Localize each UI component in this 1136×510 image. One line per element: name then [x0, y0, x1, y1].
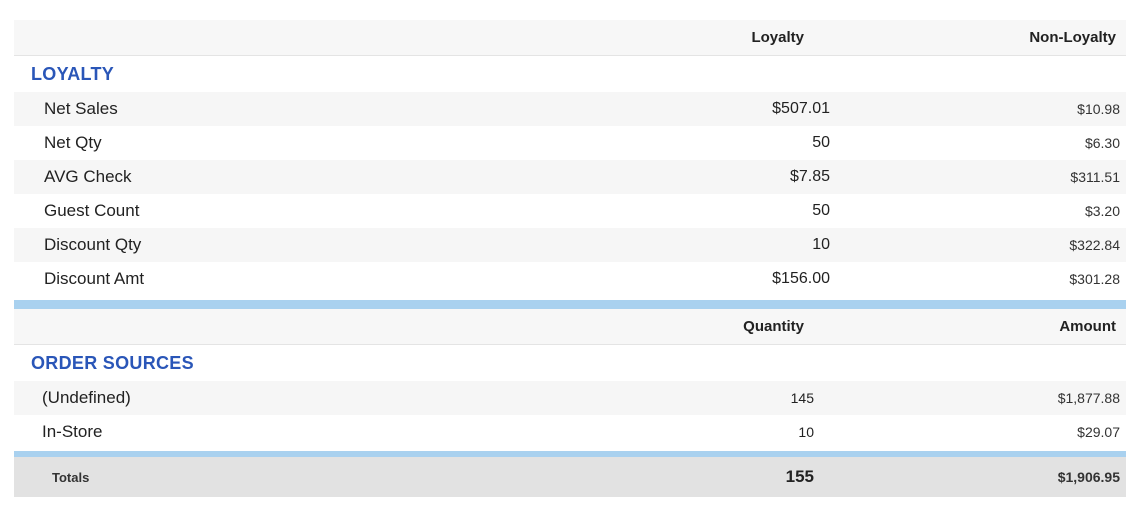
non-loyalty-value: $301.28 [1069, 271, 1120, 287]
table-row: Net Qty 50 $6.30 [14, 126, 1126, 160]
loyalty-value: 50 [812, 134, 830, 151]
non-loyalty-value: $311.51 [1070, 169, 1120, 185]
non-loyalty-value: $6.30 [1084, 135, 1120, 151]
row-label: Discount Qty [44, 235, 142, 254]
quantity-value: 145 [790, 390, 814, 406]
table-row: Net Sales $507.01 $10.98 [14, 92, 1126, 126]
order-sources-column-header-row: Quantity Amount [14, 309, 1126, 345]
totals-row: Totals 155 $1,906.95 [14, 457, 1126, 497]
table-row: AVG Check $7.85 $311.51 [14, 160, 1126, 194]
non-loyalty-value: $322.84 [1069, 237, 1120, 253]
column-header-amount: Amount [1059, 318, 1116, 335]
section-divider [14, 300, 1126, 309]
loyalty-value: 10 [812, 236, 830, 253]
order-sources-section-title-row: ORDER SOURCES [14, 345, 1126, 381]
sales-report: Loyalty Non-Loyalty LOYALTY Net Sales $5… [14, 20, 1126, 497]
non-loyalty-value: $3.20 [1084, 203, 1120, 219]
amount-value: $1,877.88 [1057, 390, 1120, 406]
column-header-loyalty: Loyalty [751, 29, 804, 46]
totals-amount: $1,906.95 [1057, 469, 1120, 485]
loyalty-value: 50 [812, 202, 830, 219]
loyalty-value: $507.01 [772, 100, 830, 117]
row-label: Guest Count [44, 201, 140, 220]
table-row: Discount Qty 10 $322.84 [14, 228, 1126, 262]
table-row: (Undefined) 145 $1,877.88 [14, 381, 1126, 415]
row-label: AVG Check [44, 167, 132, 186]
table-row: Guest Count 50 $3.20 [14, 194, 1126, 228]
row-label: Net Qty [44, 133, 102, 152]
loyalty-column-header-row: Loyalty Non-Loyalty [14, 20, 1126, 56]
row-label: Discount Amt [44, 269, 145, 288]
totals-label: Totals [52, 469, 90, 485]
amount-value: $29.07 [1077, 424, 1120, 440]
row-label: In-Store [42, 422, 103, 441]
row-label: (Undefined) [42, 388, 131, 407]
loyalty-value: $156.00 [772, 270, 830, 287]
loyalty-value: $7.85 [789, 168, 830, 185]
column-header-quantity: Quantity [743, 318, 804, 335]
row-label: Net Sales [44, 99, 118, 118]
section-title-loyalty: LOYALTY [31, 63, 115, 84]
table-row: Discount Amt $156.00 $301.28 [14, 262, 1126, 296]
column-header-non-loyalty: Non-Loyalty [1029, 29, 1116, 46]
totals-quantity: 155 [785, 467, 814, 486]
non-loyalty-value: $10.98 [1077, 101, 1120, 117]
loyalty-section-title-row: LOYALTY [14, 56, 1126, 92]
table-row: In-Store 10 $29.07 [14, 415, 1126, 449]
quantity-value: 10 [798, 424, 814, 440]
section-title-order-sources: ORDER SOURCES [31, 352, 194, 373]
